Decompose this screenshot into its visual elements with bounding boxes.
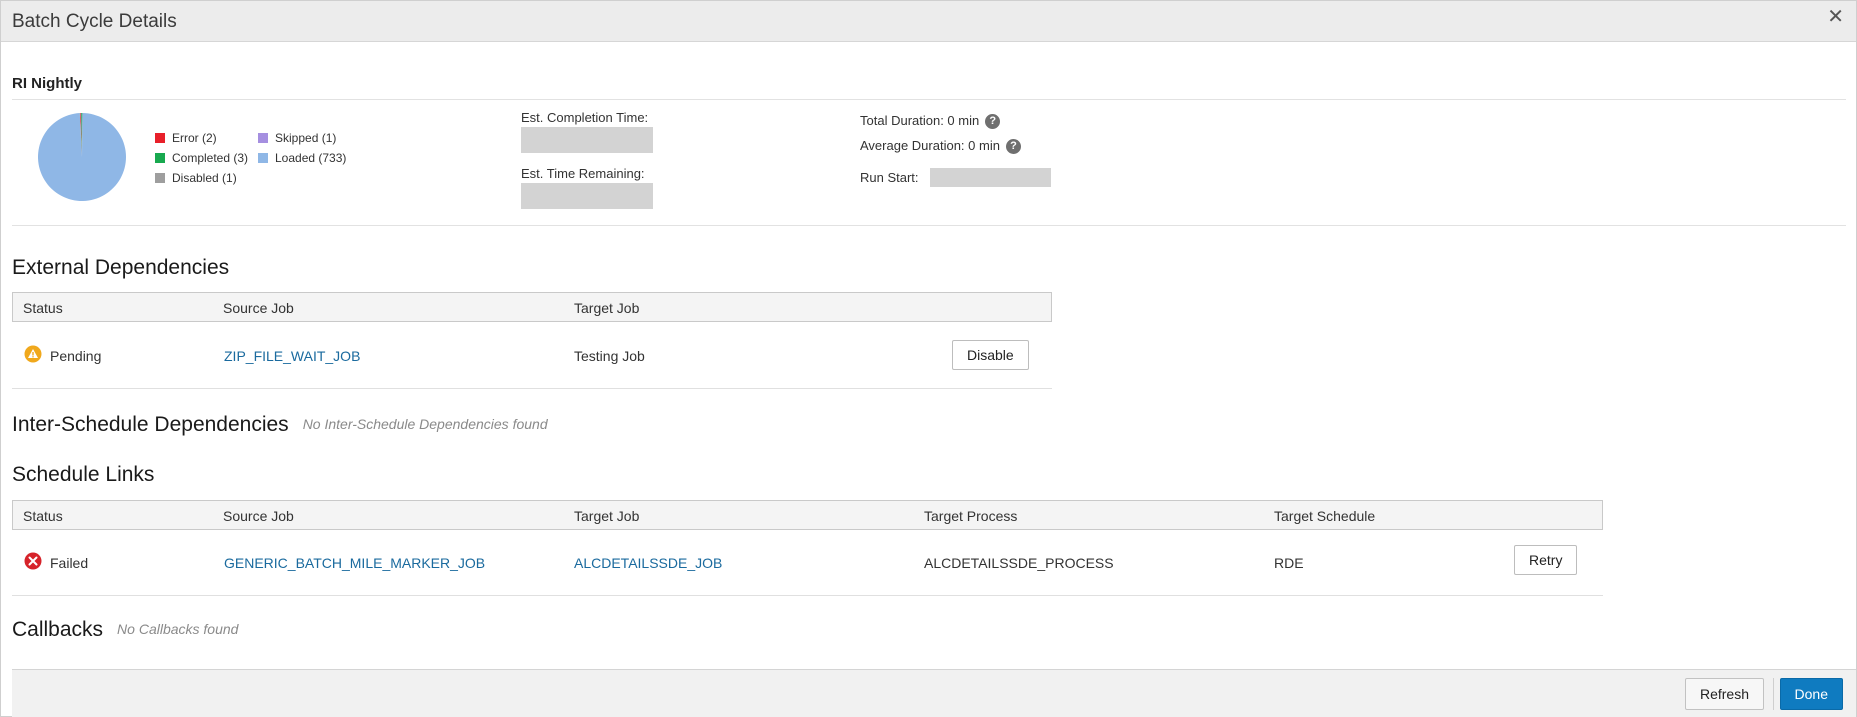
target-schedule: RDE [1274,555,1304,571]
callbacks-title: Callbacks No Callbacks found [12,618,239,641]
error-icon [24,552,42,570]
disable-button[interactable]: Disable [952,340,1029,370]
average-duration: Average Duration: 0 min? [860,138,1021,154]
run-start-label: Run Start: [860,170,919,185]
empty-message: No Callbacks found [117,621,239,637]
est-completion-label: Est. Completion Time: [521,110,649,125]
legend-item-error: Error (2) [155,131,217,145]
est-remaining-label: Est. Time Remaining: [521,166,645,181]
total-duration: Total Duration: 0 min? [860,113,1001,129]
refresh-button[interactable]: Refresh [1684,678,1764,710]
external-dependencies-header: Status Source Job Target Job [12,292,1052,322]
legend-swatch [258,133,268,143]
close-icon[interactable]: ✕ [1827,7,1844,27]
empty-message: No Inter-Schedule Dependencies found [302,416,548,432]
legend-swatch [155,153,165,163]
divider [12,225,1846,226]
column-header-status: Status [23,300,63,316]
legend-item-skipped: Skipped (1) [258,131,336,145]
done-button[interactable]: Done [1779,678,1843,710]
column-header-target-job: Target Job [574,300,640,316]
column-header-source-job: Source Job [223,508,294,524]
dialog-footer: Refresh Done [12,669,1856,717]
table-row: Pending ZIP_FILE_WAIT_JOB Testing Job Di… [12,324,1052,389]
status-pie-chart [38,113,126,201]
column-header-target-process: Target Process [924,508,1018,524]
column-header-status: Status [23,508,63,524]
column-header-target-job: Target Job [574,508,640,524]
legend-swatch [155,133,165,143]
target-job-link[interactable]: ALCDETAILSSDE_JOB [574,555,722,571]
target-job: Testing Job [574,348,645,364]
legend-item-loaded: Loaded (733) [258,151,346,165]
schedule-links-title: Schedule Links [12,463,155,486]
target-process: ALCDETAILSSDE_PROCESS [924,555,1114,571]
status-text: Pending [50,348,102,364]
dialog-titlebar: Batch Cycle Details ✕ [1,1,1856,42]
source-job-link[interactable]: ZIP_FILE_WAIT_JOB [224,348,360,364]
column-header-target-schedule: Target Schedule [1274,508,1376,524]
legend-item-disabled: Disabled (1) [155,171,237,185]
dialog-title: Batch Cycle Details [12,11,177,32]
status-text: Failed [50,555,89,571]
legend-swatch [258,153,268,163]
retry-button[interactable]: Retry [1514,545,1578,575]
help-icon[interactable]: ? [985,114,1001,129]
external-dependencies-title: External Dependencies [12,256,230,279]
est-remaining-value [521,183,653,209]
inter-schedule-dependencies-title: Inter-Schedule Dependencies No Inter-Sche… [12,413,548,436]
legend-swatch [155,173,165,183]
table-row: Failed GENERIC_BATCH_MILE_MARKER_JOB ALC… [12,531,1603,596]
footer-separator [1773,678,1774,710]
column-header-source-job: Source Job [223,300,294,316]
schedule-links-header: Status Source Job Target Job Target Proc… [12,500,1603,530]
run-start-value [930,168,1051,187]
source-job-link[interactable]: GENERIC_BATCH_MILE_MARKER_JOB [224,555,485,571]
help-icon[interactable]: ? [1005,139,1021,154]
legend-item-completed: Completed (3) [155,151,248,165]
batch-cycle-details-dialog: Batch Cycle Details ✕ RI Nightly Error (… [0,0,1857,717]
divider [12,99,1846,100]
warning-icon [24,345,42,363]
schedule-name: RI Nightly [12,75,82,92]
est-completion-value [521,127,653,153]
